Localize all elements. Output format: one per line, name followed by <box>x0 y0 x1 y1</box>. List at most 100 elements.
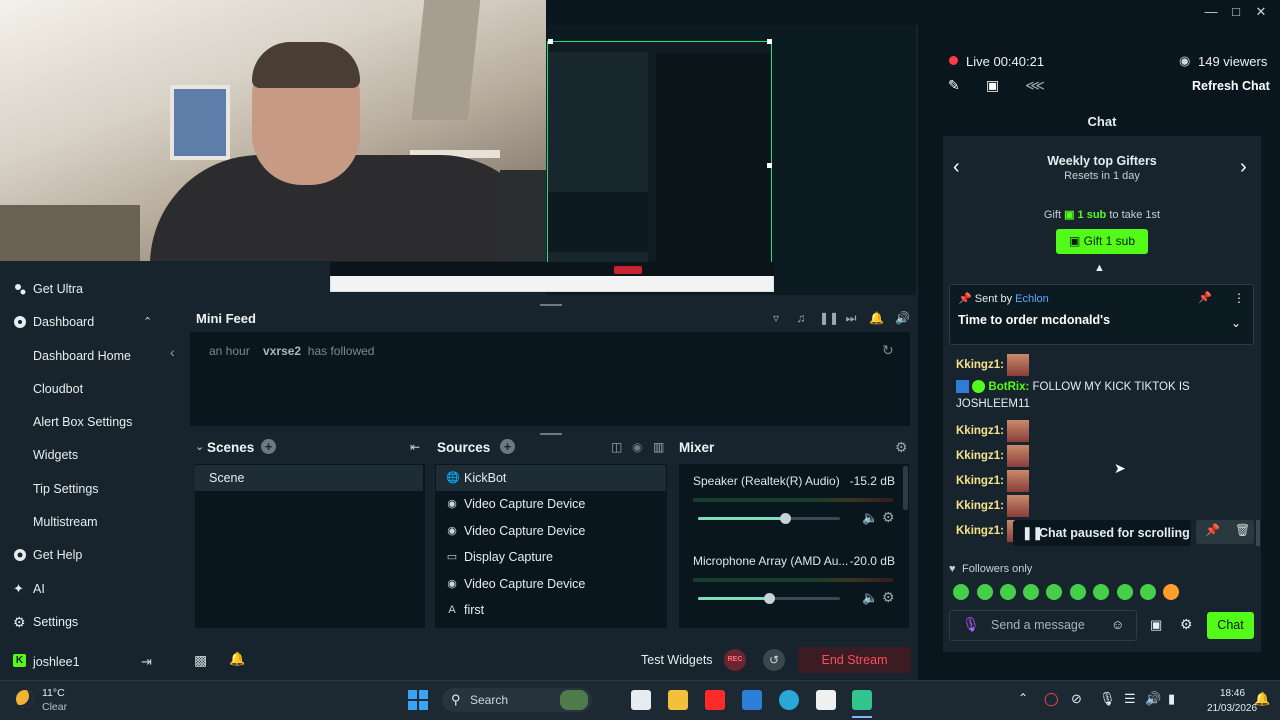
drag-handle[interactable] <box>540 433 562 435</box>
logout-icon[interactable]: ⇥ <box>141 654 152 670</box>
source-item[interactable]: ◉ Video Capture Device <box>436 571 666 597</box>
sidebar-username[interactable]: joshlee1 <box>33 655 80 669</box>
sidebar-item-settings[interactable]: ⚙ Settings <box>0 608 182 636</box>
emote-picker-item[interactable] <box>1163 584 1179 600</box>
transform-handle[interactable] <box>767 39 772 44</box>
edit-icon[interactable]: ✎ <box>948 77 960 94</box>
store-icon[interactable]: ▣ <box>1150 617 1162 633</box>
clock-time[interactable]: 18:46 <box>1220 688 1245 699</box>
collapse-sidebar-icon[interactable]: ‹ <box>170 344 175 360</box>
amazon-icon[interactable] <box>816 690 836 710</box>
chat-message[interactable]: Kkingz1: <box>956 354 1029 376</box>
chat-message[interactable]: Kkingz1: <box>956 495 1029 517</box>
sidebar-item-cloudbot[interactable]: Cloudbot <box>0 375 182 403</box>
maximize-icon[interactable]: □ <box>1226 3 1246 21</box>
source-item[interactable]: ▭ Display Capture <box>436 544 666 570</box>
emote-picker-item[interactable] <box>977 584 993 600</box>
notification-bell-icon[interactable]: 🔔 <box>1254 691 1270 707</box>
more-options-icon[interactable]: ⋮ <box>1233 291 1245 305</box>
test-widgets-button[interactable]: Test Widgets <box>641 653 713 667</box>
chat-send-button[interactable]: Chat <box>1207 612 1254 639</box>
sidebar-item-widgets[interactable]: Widgets <box>0 441 182 469</box>
store-app-icon[interactable] <box>742 690 762 710</box>
chat-message[interactable]: Kkingz1: <box>956 445 1029 467</box>
edge-browser-icon[interactable] <box>779 690 799 710</box>
scrollbar[interactable] <box>903 466 908 510</box>
pause-icon[interactable]: ❚❚ <box>819 311 839 325</box>
security-icon[interactable]: ◯ <box>1044 691 1059 707</box>
sidebar-item-get-help[interactable]: Get Help <box>0 541 182 569</box>
gear-icon[interactable]: ⚙ <box>882 589 895 606</box>
wifi-icon[interactable]: ☰ <box>1124 691 1136 707</box>
emote-picker-item[interactable] <box>1117 584 1133 600</box>
volume-icon[interactable]: 🔊 <box>1145 691 1161 707</box>
store-icon[interactable]: ▣ <box>986 77 999 94</box>
rec-button[interactable]: REC <box>724 649 746 671</box>
volume-icon[interactable]: 🔈 <box>862 590 878 606</box>
volume-icon[interactable]: 🔊 <box>895 311 910 325</box>
moon-weather-icon[interactable] <box>16 690 34 708</box>
emote-picker-item[interactable] <box>1070 584 1086 600</box>
transform-handle[interactable] <box>548 39 553 44</box>
add-scene-icon[interactable]: + <box>261 439 276 454</box>
gear-icon[interactable]: ⚙ <box>1180 616 1193 633</box>
add-source-icon[interactable]: + <box>500 439 515 454</box>
chevron-down-icon[interactable]: ⌄ <box>195 440 204 453</box>
file-explorer-icon[interactable] <box>668 690 688 710</box>
notification-bell-icon[interactable]: 🔔 <box>229 651 245 667</box>
sidebar-item-dashboard-home[interactable]: Dashboard Home <box>0 342 182 370</box>
minimize-icon[interactable]: — <box>1201 3 1221 21</box>
pin-icon[interactable]: 📌 <box>1198 291 1212 304</box>
collapse-up-icon[interactable]: ▲ <box>1094 262 1105 274</box>
gear-icon[interactable]: ⚙ <box>882 509 895 526</box>
replay-buffer-icon[interactable]: ↺ <box>763 649 785 671</box>
source-item[interactable]: 🌐 KickBot <box>436 465 666 491</box>
microphone-icon[interactable]: 🎙 <box>962 616 980 633</box>
music-icon[interactable]: ♫ <box>794 311 808 325</box>
folder-icon[interactable]: ▥ <box>653 440 664 454</box>
weather-temperature[interactable]: 11°C <box>42 687 65 699</box>
filter-icon[interactable]: ▿ <box>769 311 783 325</box>
share-icon[interactable]: ⋘ <box>1025 77 1045 94</box>
emote-picker-item[interactable] <box>1093 584 1109 600</box>
close-icon[interactable]: ✕ <box>1251 3 1271 21</box>
emote-picker-item[interactable] <box>1000 584 1016 600</box>
visibility-icon[interactable]: ◉ <box>632 440 642 454</box>
source-item[interactable]: Afirst <box>436 597 666 623</box>
chat-paused-banner[interactable]: ❚❚ Chat paused for scrolling <box>1013 520 1191 546</box>
scrollbar[interactable] <box>1256 520 1260 546</box>
gift-sub-button[interactable]: ▣ Gift 1 sub <box>1056 229 1148 254</box>
network-off-icon[interactable]: ⊘ <box>1071 691 1082 707</box>
sidebar-item-get-ultra[interactable]: Get Ultra <box>0 275 182 303</box>
chevron-up-icon[interactable]: ⌃ <box>143 308 152 336</box>
stats-icon[interactable]: ▩ <box>194 652 207 669</box>
streamlabs-icon[interactable] <box>852 690 872 710</box>
emote-picker-item[interactable] <box>1046 584 1062 600</box>
transform-handle[interactable] <box>767 163 772 168</box>
refresh-chat-button[interactable]: Refresh Chat <box>1192 79 1270 93</box>
sidebar-item-dashboard[interactable]: Dashboard ⌃ <box>0 308 182 336</box>
sidebar-item-alert-box-settings[interactable]: Alert Box Settings <box>0 408 182 436</box>
sidebar-item-multistream[interactable]: Multistream <box>0 508 182 536</box>
clock-date[interactable]: 21/03/2026 <box>1207 703 1257 714</box>
youtube-icon[interactable] <box>705 690 725 710</box>
microphone-icon[interactable]: 🎙 <box>1099 691 1116 707</box>
task-view-icon[interactable] <box>631 690 651 710</box>
skip-icon[interactable]: ⏭ <box>844 311 858 325</box>
emoji-icon[interactable]: ☺ <box>1111 617 1124 632</box>
group-icon[interactable]: ◫ <box>611 440 622 454</box>
bell-icon[interactable]: 🔔 <box>869 311 884 325</box>
volume-slider-handle[interactable] <box>764 593 775 604</box>
chat-message[interactable]: Kkingz1: <box>956 470 1029 492</box>
search-highlight-icon[interactable] <box>560 690 588 710</box>
trash-icon[interactable]: 🗑 <box>1235 523 1250 537</box>
battery-icon[interactable]: ▮ <box>1168 691 1175 707</box>
emote-picker-item[interactable] <box>953 584 969 600</box>
scene-item[interactable]: Scene <box>195 465 423 491</box>
scene-transition-icon[interactable]: ⇤ <box>410 440 420 454</box>
pin-icon[interactable]: 📌 <box>1205 523 1220 537</box>
sidebar-item-ai[interactable]: ✦ AI <box>0 575 182 603</box>
gear-icon[interactable]: ⚙ <box>895 439 908 456</box>
chat-message[interactable]: BotRix: FOLLOW MY KICK TIKTOK IS JOSHLEE… <box>956 379 1246 413</box>
sidebar-item-tip-settings[interactable]: Tip Settings <box>0 475 182 503</box>
